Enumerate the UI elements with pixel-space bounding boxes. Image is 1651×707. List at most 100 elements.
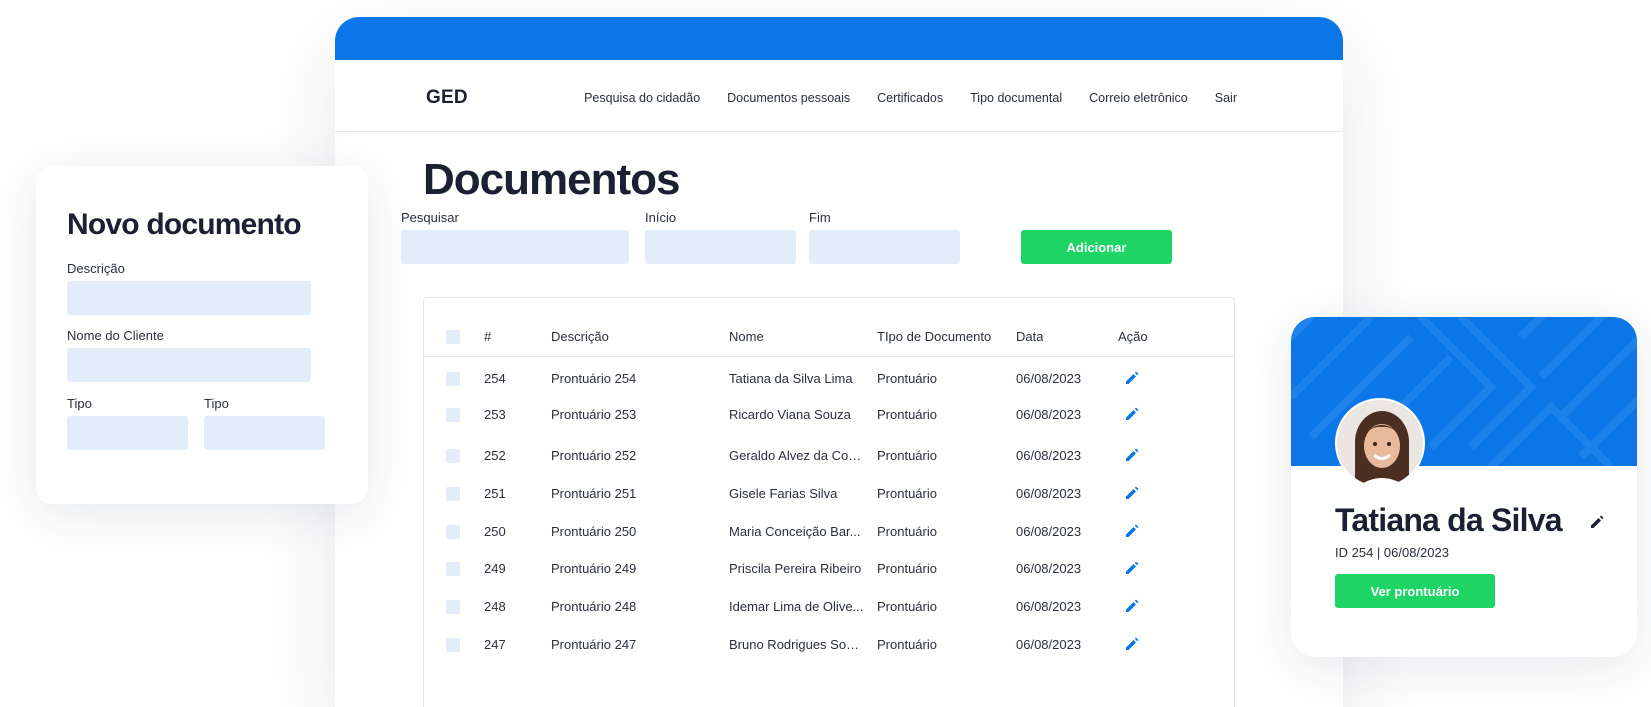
- row-tipo: Prontuário: [877, 561, 937, 576]
- col-header-nome: Nome: [729, 329, 764, 344]
- row-checkbox[interactable]: [446, 408, 460, 422]
- row-data: 06/08/2023: [1016, 486, 1082, 501]
- col-header-data: Data: [1016, 329, 1044, 344]
- tipo-label-1: Tipo: [67, 396, 92, 411]
- col-header-acao: Ação: [1118, 329, 1148, 344]
- documents-table: # Descrição Nome TIpo de Documento Data …: [423, 297, 1235, 707]
- tipo-input-2[interactable]: [204, 416, 325, 450]
- new-document-card: Novo documento Descrição Nome do Cliente…: [36, 166, 368, 504]
- row-nome: Idemar Lima de Olive...: [729, 599, 864, 614]
- pencil-icon[interactable]: [1124, 598, 1140, 614]
- col-header-descricao: Descrição: [551, 329, 609, 344]
- add-button[interactable]: Adicionar: [1021, 230, 1172, 264]
- row-tipo: Prontuário: [877, 371, 937, 386]
- row-descricao: Prontuário 247: [551, 637, 637, 652]
- table-header: # Descrição Nome TIpo de Documento Data …: [424, 298, 1234, 357]
- row-id: 249: [484, 561, 506, 576]
- nav-link-sair[interactable]: Sair: [1215, 91, 1237, 105]
- table-row[interactable]: 254 Prontuário 254 Tatiana da Silva Lima…: [424, 360, 1234, 398]
- table-row[interactable]: 250 Prontuário 250 Maria Conceição Bar..…: [424, 513, 1234, 551]
- view-record-button[interactable]: Ver prontuário: [1335, 574, 1495, 608]
- descricao-input[interactable]: [67, 281, 311, 315]
- profile-card: Tatiana da Silva ID 254 | 06/08/2023 Ver…: [1291, 317, 1637, 657]
- start-date-input[interactable]: [645, 230, 796, 264]
- avatar-photo: [1337, 400, 1423, 486]
- row-checkbox[interactable]: [446, 487, 460, 501]
- table-row[interactable]: 253 Prontuário 253 Ricardo Viana Souza P…: [424, 396, 1234, 434]
- row-tipo: Prontuário: [877, 486, 937, 501]
- row-data: 06/08/2023: [1016, 524, 1082, 539]
- start-date-label: Início: [645, 210, 677, 225]
- app-top-bar: [335, 17, 1343, 60]
- row-nome: Maria Conceição Bar...: [729, 524, 861, 539]
- pencil-icon[interactable]: [1124, 406, 1140, 422]
- row-data: 06/08/2023: [1016, 407, 1082, 422]
- row-descricao: Prontuário 253: [551, 407, 637, 422]
- table-row[interactable]: 248 Prontuário 248 Idemar Lima de Olive.…: [424, 588, 1234, 626]
- select-all-checkbox[interactable]: [446, 330, 460, 344]
- row-tipo: Prontuário: [877, 637, 937, 652]
- end-date-input[interactable]: [809, 230, 960, 264]
- pencil-icon[interactable]: [1124, 636, 1140, 652]
- end-date-label: Fim: [809, 210, 831, 225]
- descricao-label: Descrição: [67, 261, 125, 276]
- nav-link-correio[interactable]: Correio eletrônico: [1089, 91, 1188, 105]
- row-checkbox[interactable]: [446, 638, 460, 652]
- logo: GED: [426, 87, 468, 108]
- pencil-icon[interactable]: [1124, 523, 1140, 539]
- row-id: 250: [484, 524, 506, 539]
- profile-meta: ID 254 | 06/08/2023: [1335, 545, 1449, 560]
- search-input[interactable]: [401, 230, 629, 264]
- row-nome: Geraldo Alvez da Cos...: [729, 448, 864, 463]
- row-checkbox[interactable]: [446, 525, 460, 539]
- row-tipo: Prontuário: [877, 524, 937, 539]
- row-data: 06/08/2023: [1016, 561, 1082, 576]
- row-data: 06/08/2023: [1016, 599, 1082, 614]
- row-descricao: Prontuário 248: [551, 599, 637, 614]
- pencil-icon[interactable]: [1124, 370, 1140, 386]
- row-id: 252: [484, 448, 506, 463]
- row-checkbox[interactable]: [446, 562, 460, 576]
- tipo-input-1[interactable]: [67, 416, 188, 450]
- navbar: GED Pesquisa do cidadão Documentos pesso…: [335, 60, 1343, 132]
- nav-link-certificados[interactable]: Certificados: [877, 91, 943, 105]
- pencil-icon[interactable]: [1589, 514, 1605, 530]
- col-header-tipo: TIpo de Documento: [877, 329, 992, 344]
- row-descricao: Prontuário 250: [551, 524, 637, 539]
- page-title: Documentos: [423, 155, 680, 204]
- row-checkbox[interactable]: [446, 449, 460, 463]
- row-tipo: Prontuário: [877, 448, 937, 463]
- row-checkbox[interactable]: [446, 600, 460, 614]
- row-id: 251: [484, 486, 506, 501]
- row-id: 247: [484, 637, 506, 652]
- row-data: 06/08/2023: [1016, 371, 1082, 386]
- nav-links: Pesquisa do cidadão Documentos pessoais …: [584, 91, 1237, 105]
- row-nome: Tatiana da Silva Lima: [729, 371, 853, 386]
- search-label: Pesquisar: [401, 210, 459, 225]
- row-id: 254: [484, 371, 506, 386]
- row-id: 248: [484, 599, 506, 614]
- nav-link-pesquisa[interactable]: Pesquisa do cidadão: [584, 91, 700, 105]
- table-row[interactable]: 252 Prontuário 252 Geraldo Alvez da Cos.…: [424, 437, 1234, 475]
- pencil-icon[interactable]: [1124, 485, 1140, 501]
- col-header-id: #: [484, 329, 492, 344]
- row-descricao: Prontuário 252: [551, 448, 637, 463]
- row-descricao: Prontuário 254: [551, 371, 637, 386]
- cliente-label: Nome do Cliente: [67, 328, 164, 343]
- row-id: 253: [484, 407, 506, 422]
- cliente-input[interactable]: [67, 348, 311, 382]
- row-nome: Ricardo Viana Souza: [729, 407, 851, 422]
- row-checkbox[interactable]: [446, 372, 460, 386]
- table-row[interactable]: 249 Prontuário 249 Priscila Pereira Ribe…: [424, 550, 1234, 588]
- nav-link-documentos-pessoais[interactable]: Documentos pessoais: [727, 91, 850, 105]
- row-nome: Bruno Rodrigues Sou...: [729, 637, 864, 652]
- row-tipo: Prontuário: [877, 407, 937, 422]
- table-row[interactable]: 247 Prontuário 247 Bruno Rodrigues Sou..…: [424, 626, 1234, 664]
- profile-name: Tatiana da Silva: [1335, 502, 1563, 538]
- nav-link-tipo-documental[interactable]: Tipo documental: [970, 91, 1062, 105]
- row-nome: Gisele Farias Silva: [729, 486, 838, 501]
- row-descricao: Prontuário 251: [551, 486, 637, 501]
- pencil-icon[interactable]: [1124, 560, 1140, 576]
- table-row[interactable]: 251 Prontuário 251 Gisele Farias Silva P…: [424, 475, 1234, 513]
- pencil-icon[interactable]: [1124, 447, 1140, 463]
